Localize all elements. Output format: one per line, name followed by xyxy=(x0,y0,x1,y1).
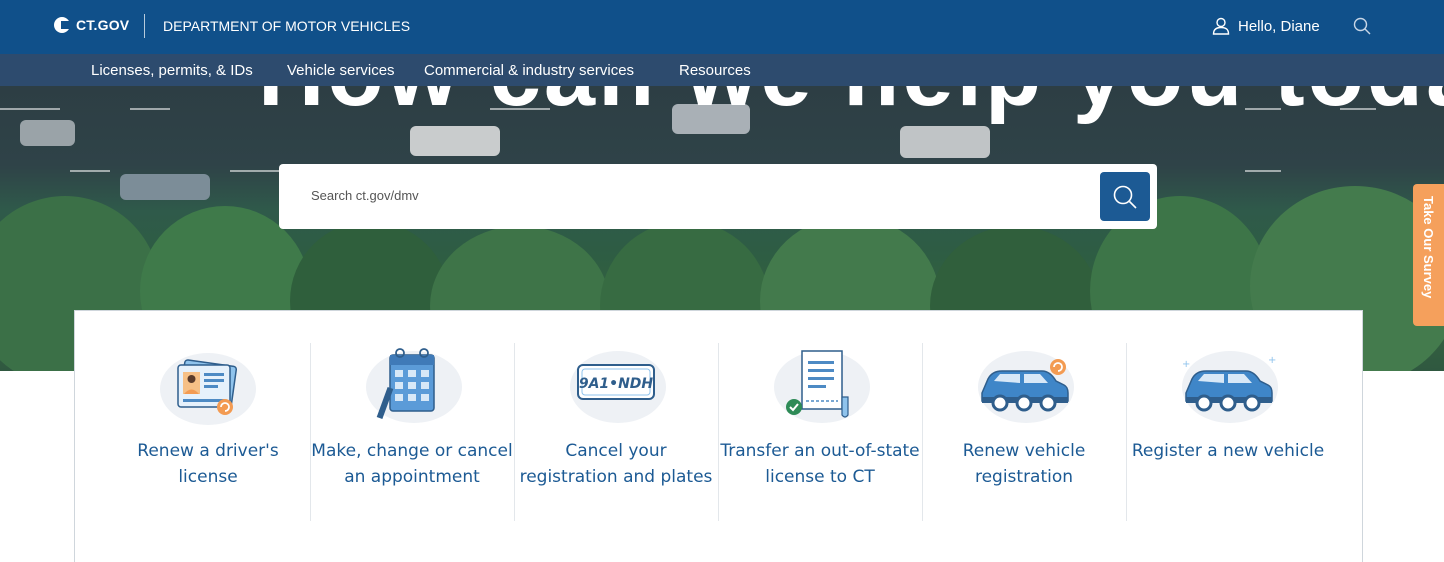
tile-transfer-license[interactable]: Transfer an out-of-state license to CT xyxy=(718,341,922,523)
hero-title: How can we help you today? xyxy=(258,86,1444,127)
license-plate-icon: 9A1•NDH xyxy=(570,351,666,423)
survey-tab[interactable]: Take Our Survey xyxy=(1413,184,1444,326)
document-icon xyxy=(774,350,870,423)
svg-text:9A1•NDH: 9A1•NDH xyxy=(579,376,654,392)
hero-search xyxy=(279,164,1157,229)
department-title[interactable]: DEPARTMENT OF MOTOR VEHICLES xyxy=(163,18,410,34)
survey-label: Take Our Survey xyxy=(1421,196,1436,299)
tile-label: Transfer an out-of-state license to CT xyxy=(720,441,920,487)
nav-item-licenses[interactable]: Licenses, permits, & IDs xyxy=(91,62,253,79)
nav-item-vehicle-services[interactable]: Vehicle services xyxy=(287,62,395,79)
calendar-icon xyxy=(366,348,462,423)
svg-text:+: + xyxy=(1268,355,1276,366)
search-icon xyxy=(1353,17,1371,35)
tile-label: Renew vehicle registration xyxy=(962,441,1086,487)
ct-logo-icon xyxy=(54,17,70,33)
main-nav: Licenses, permits, & IDs Vehicle service… xyxy=(0,54,1444,86)
top-bar: CT.GOV DEPARTMENT OF MOTOR VEHICLES Hell… xyxy=(0,0,1444,54)
header-search-button[interactable] xyxy=(1353,17,1371,40)
logo-text: CT.GOV xyxy=(76,17,130,33)
tile-cancel-registration[interactable]: 9A1•NDH Cancel your registration and pla… xyxy=(514,341,718,523)
tile-register-vehicle[interactable]: + + Register a new vehicle xyxy=(1126,341,1330,523)
tile-renew-registration[interactable]: Renew vehicle registration xyxy=(922,341,1126,523)
ct-gov-logo[interactable]: CT.GOV xyxy=(54,17,129,33)
tile-appointment[interactable]: Make, change or cancel an appointment xyxy=(310,341,514,523)
quick-links-panel: Renew a driver's license Make, change or… xyxy=(74,310,1363,562)
user-icon xyxy=(1212,17,1230,35)
svg-text:+: + xyxy=(1182,359,1190,370)
tile-label: Register a new vehicle xyxy=(1131,441,1325,461)
drivers-license-icon xyxy=(160,353,256,425)
tile-label: Make, change or cancel an appointment xyxy=(311,441,513,487)
header-divider xyxy=(144,14,145,38)
search-button[interactable] xyxy=(1100,172,1150,221)
car-renew-icon xyxy=(978,351,1074,423)
search-input[interactable] xyxy=(311,188,1071,203)
tile-renew-license[interactable]: Renew a driver's license xyxy=(106,341,310,523)
user-menu[interactable]: Hello, Diane xyxy=(1212,17,1320,35)
tile-label: Renew a driver's license xyxy=(137,441,279,487)
nav-item-commercial[interactable]: Commercial & industry services xyxy=(424,62,634,79)
nav-item-resources[interactable]: Resources xyxy=(679,62,751,79)
user-greeting: Hello, Diane xyxy=(1238,17,1320,35)
tile-label: Cancel your registration and plates xyxy=(519,441,713,487)
car-icon: + + xyxy=(1182,351,1278,423)
search-icon xyxy=(1113,185,1137,209)
